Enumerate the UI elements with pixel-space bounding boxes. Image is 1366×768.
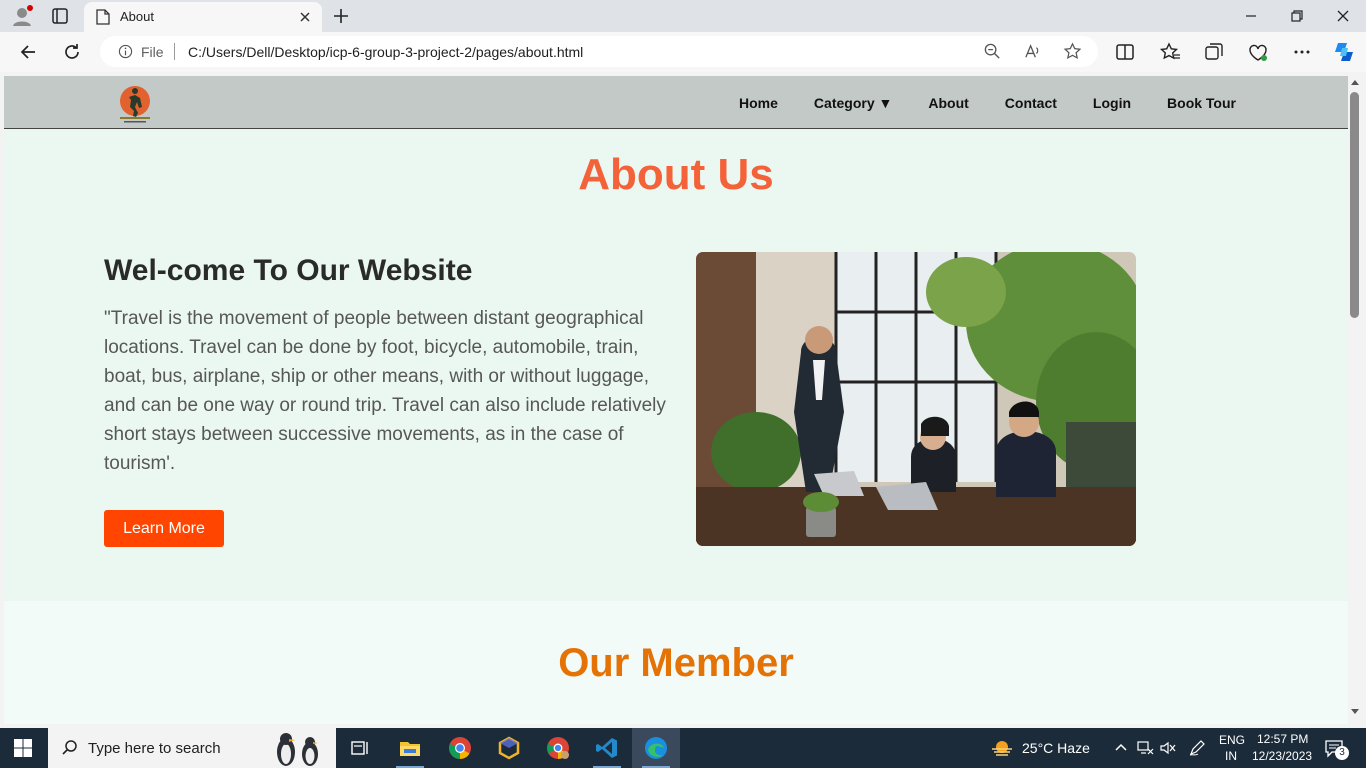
document-icon bbox=[96, 9, 110, 25]
penguins-illustration-icon bbox=[277, 733, 318, 766]
weather-text[interactable]: 25°C Haze bbox=[1022, 740, 1090, 756]
taskbar-vscode[interactable] bbox=[583, 728, 631, 768]
search-placeholder: Type here to search bbox=[88, 740, 221, 757]
read-aloud-icon[interactable] bbox=[1023, 42, 1042, 61]
favorite-star-icon[interactable] bbox=[1063, 42, 1082, 61]
nav-category[interactable]: Category ▼ bbox=[814, 95, 892, 111]
taskbar-hexagon-app[interactable] bbox=[485, 728, 533, 768]
info-icon[interactable] bbox=[118, 44, 133, 59]
hexagon-app-icon bbox=[498, 736, 520, 760]
chevron-up-icon[interactable] bbox=[1112, 739, 1130, 757]
collections-icon[interactable] bbox=[1203, 41, 1225, 63]
vscode-icon bbox=[596, 738, 617, 758]
about-paragraph: "Travel is the movement of people betwee… bbox=[104, 308, 666, 474]
browser-tab-bar: About bbox=[0, 0, 1366, 32]
browser-toolbar: File C:/Users/Dell/Desktop/icp-6-group-3… bbox=[0, 32, 1366, 72]
nav-about[interactable]: About bbox=[928, 95, 968, 111]
taskbar-search-box[interactable]: Type here to search bbox=[48, 728, 336, 768]
language-text[interactable]: ENG bbox=[1219, 733, 1245, 747]
file-explorer-icon bbox=[400, 742, 420, 756]
windows-start-icon[interactable] bbox=[14, 739, 32, 757]
scroll-down-arrow-icon[interactable] bbox=[1350, 708, 1360, 716]
zoom-icon[interactable] bbox=[983, 42, 1002, 61]
nav-home[interactable]: Home bbox=[739, 95, 778, 111]
active-tab[interactable]: About bbox=[84, 2, 322, 32]
members-title: Our Member bbox=[558, 641, 794, 685]
nav-links: Home Category ▼ About Contact Login Book… bbox=[703, 76, 1236, 129]
back-icon[interactable] bbox=[17, 41, 39, 63]
site-navbar: Home Category ▼ About Contact Login Book… bbox=[4, 76, 1348, 129]
notification-count-badge: 3 bbox=[1335, 746, 1349, 760]
clock-date[interactable]: 12/23/2023 bbox=[1252, 749, 1312, 763]
address-separator bbox=[174, 43, 175, 60]
taskbar-edge[interactable] bbox=[632, 728, 680, 768]
refresh-icon[interactable] bbox=[61, 41, 83, 63]
address-bar[interactable]: File C:/Users/Dell/Desktop/icp-6-group-3… bbox=[100, 36, 1098, 67]
pen-icon[interactable] bbox=[1188, 739, 1206, 757]
windows-taskbar: Type here to search 25°C Haze ENG IN 12:… bbox=[0, 728, 1366, 768]
nav-book-tour[interactable]: Book Tour bbox=[1167, 95, 1236, 111]
taskbar-file-explorer[interactable] bbox=[386, 728, 434, 768]
favorites-icon[interactable] bbox=[1159, 41, 1181, 63]
scroll-up-arrow-icon[interactable] bbox=[1350, 78, 1360, 86]
edge-icon bbox=[645, 737, 667, 759]
page-viewport: Home Category ▼ About Contact Login Book… bbox=[4, 76, 1348, 724]
region-text[interactable]: IN bbox=[1225, 749, 1237, 763]
chrome-profile-icon bbox=[547, 737, 569, 759]
browser-essentials-icon[interactable] bbox=[1247, 41, 1269, 63]
close-window-icon[interactable] bbox=[1332, 5, 1354, 27]
learn-more-button[interactable]: Learn More bbox=[104, 510, 224, 547]
chrome-icon bbox=[449, 737, 471, 759]
page-title: About Us bbox=[578, 150, 774, 199]
members-section: Our Member bbox=[4, 601, 1348, 724]
restore-icon[interactable] bbox=[1286, 5, 1308, 27]
search-icon bbox=[62, 740, 77, 755]
team-office-photo bbox=[696, 252, 1136, 546]
nav-login[interactable]: Login bbox=[1093, 95, 1131, 111]
welcome-heading: Wel-come To Our Website bbox=[104, 254, 473, 287]
taskbar-chrome-profile[interactable] bbox=[534, 728, 582, 768]
tab-title: About bbox=[120, 9, 154, 24]
task-view-icon[interactable] bbox=[350, 738, 370, 758]
copilot-icon[interactable] bbox=[1332, 40, 1356, 64]
volume-muted-icon[interactable] bbox=[1159, 739, 1177, 757]
site-logo[interactable] bbox=[112, 81, 158, 127]
close-tab-icon[interactable] bbox=[296, 8, 314, 26]
more-options-icon[interactable] bbox=[1291, 41, 1313, 63]
clock-time[interactable]: 12:57 PM bbox=[1257, 732, 1308, 746]
profile-icon[interactable] bbox=[10, 4, 34, 28]
protocol-label: File bbox=[141, 44, 164, 60]
taskbar-chrome[interactable] bbox=[436, 728, 484, 768]
page-scrollbar[interactable] bbox=[1348, 76, 1362, 724]
nav-contact[interactable]: Contact bbox=[1005, 95, 1057, 111]
network-icon[interactable] bbox=[1136, 739, 1154, 757]
tab-actions-icon[interactable] bbox=[50, 6, 70, 26]
scrollbar-thumb[interactable] bbox=[1350, 92, 1359, 318]
weather-haze-icon[interactable] bbox=[990, 739, 1014, 757]
split-screen-icon[interactable] bbox=[1114, 41, 1136, 63]
new-tab-icon[interactable] bbox=[330, 5, 352, 27]
minimize-icon[interactable] bbox=[1240, 5, 1262, 27]
url-text[interactable]: C:/Users/Dell/Desktop/icp-6-group-3-proj… bbox=[188, 44, 583, 60]
